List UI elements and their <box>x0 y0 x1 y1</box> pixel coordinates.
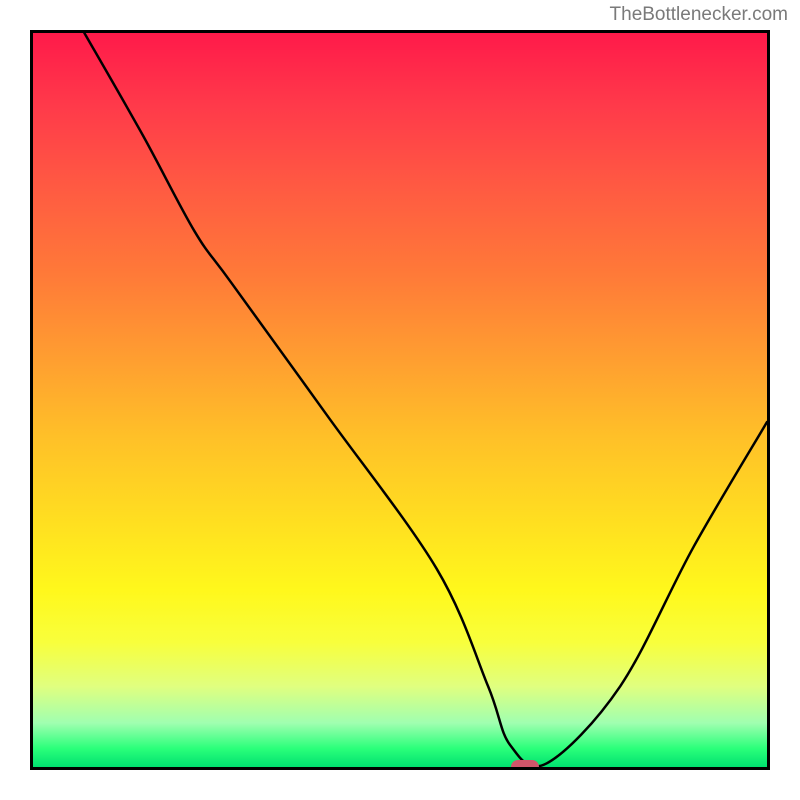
bottleneck-curve <box>33 33 767 767</box>
attribution-text: TheBottlenecker.com <box>610 4 788 26</box>
chart-area <box>30 30 770 770</box>
optimal-point-marker <box>511 760 539 770</box>
